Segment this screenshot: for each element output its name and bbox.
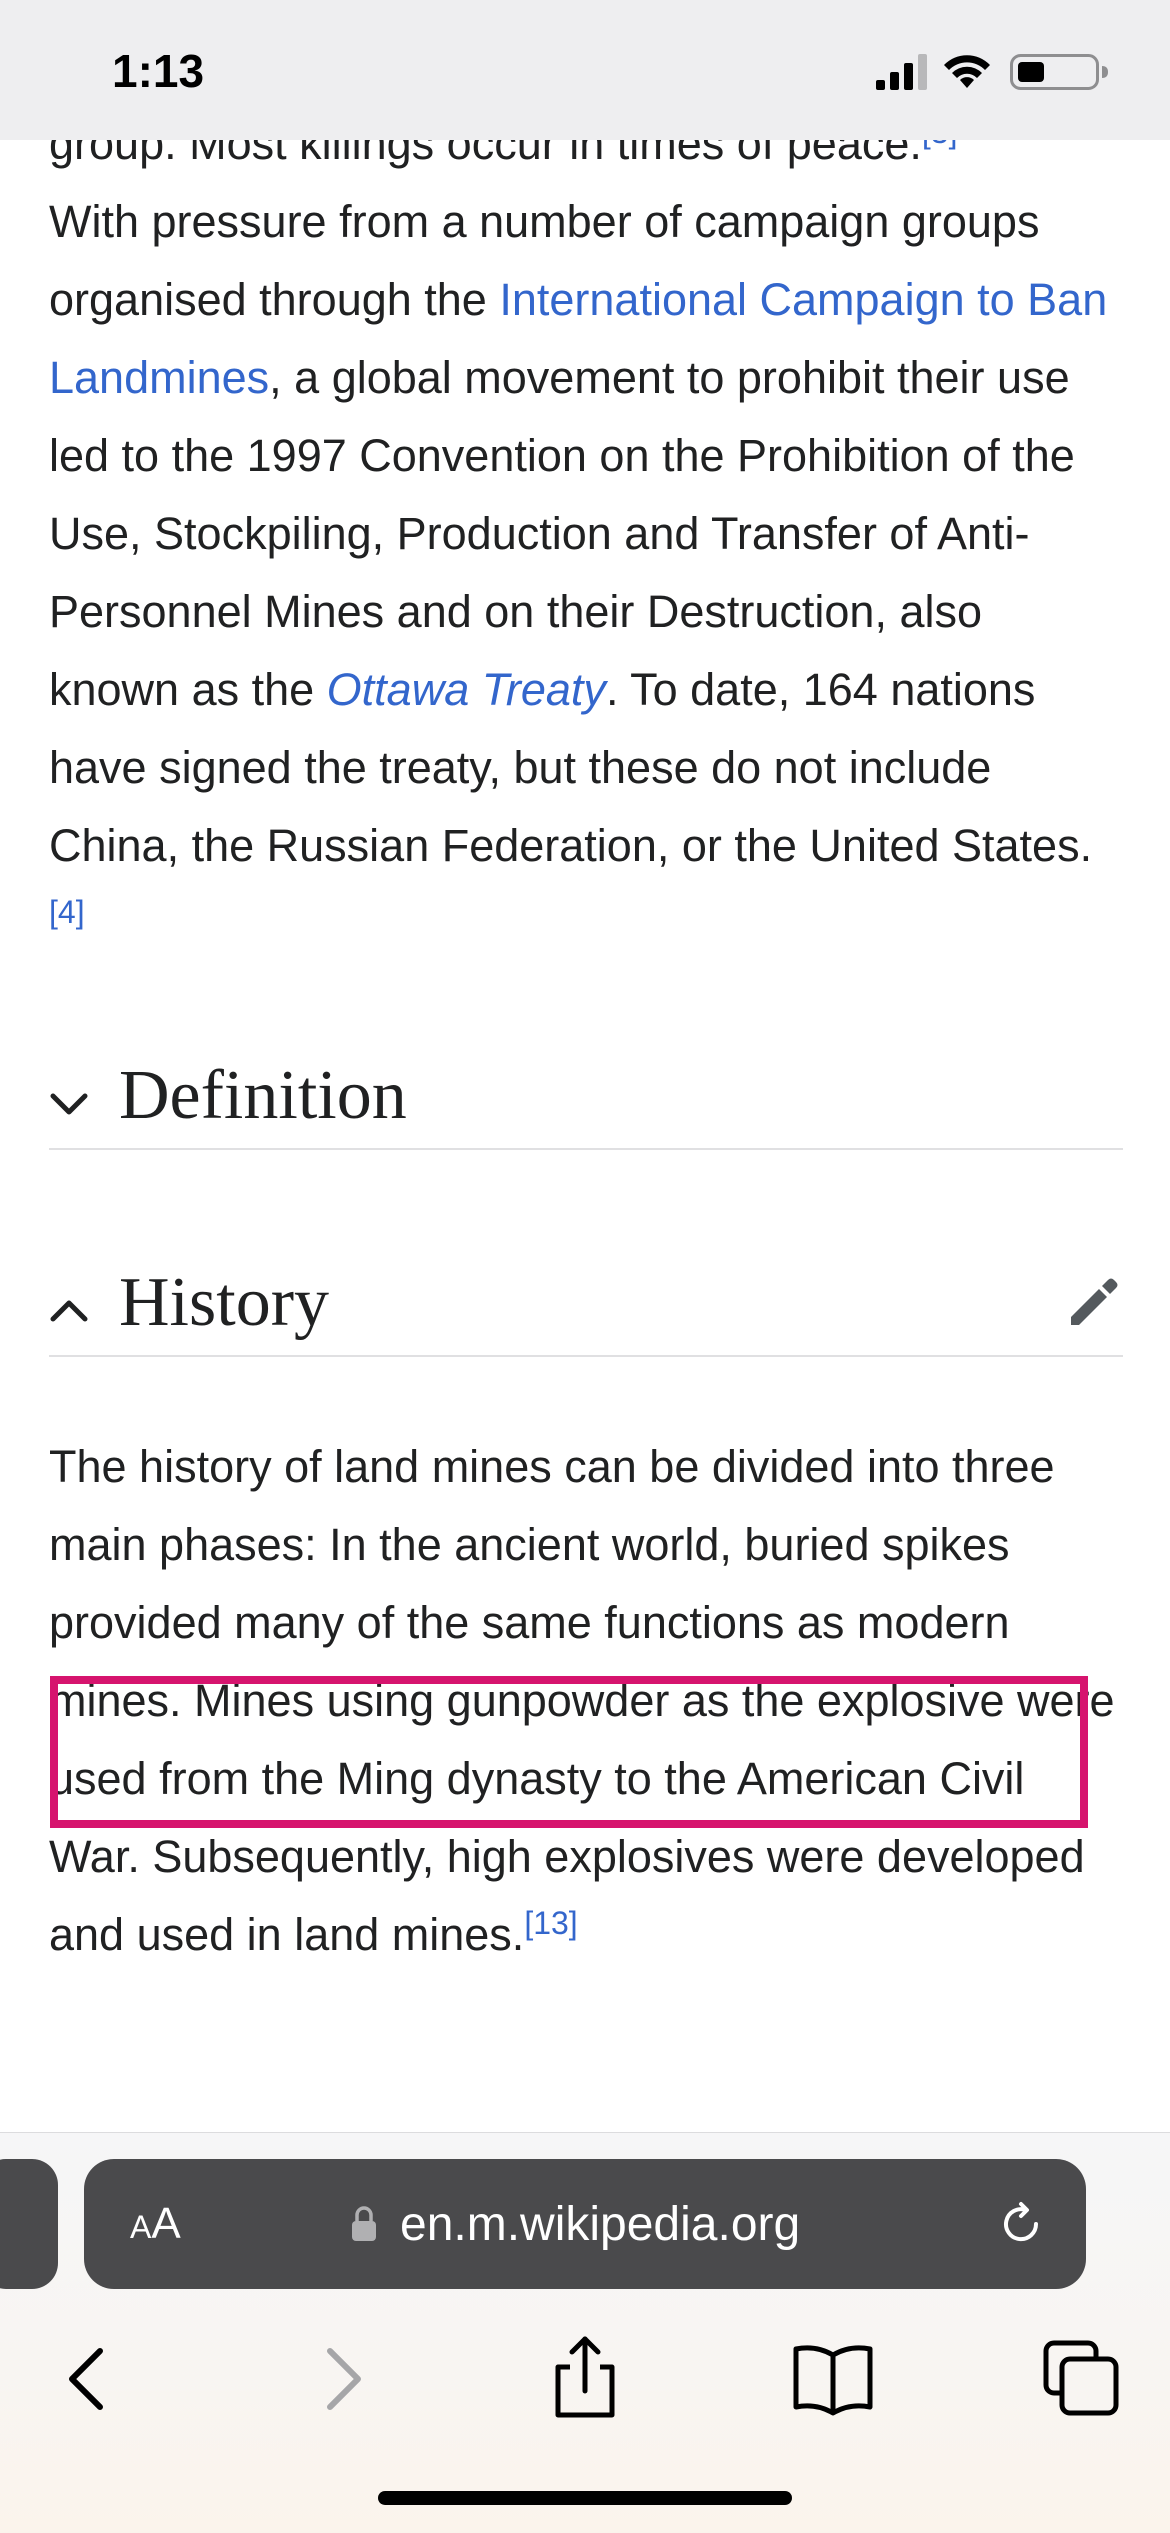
reference-13[interactable]: [13] — [524, 1905, 577, 1941]
lock-icon — [352, 2206, 376, 2241]
status-icons — [870, 52, 1110, 92]
battery-icon — [1010, 54, 1108, 90]
bookmarks-icon[interactable] — [788, 2333, 878, 2423]
aa-large-label: A — [151, 2199, 181, 2248]
reader-options-button[interactable]: AA — [130, 2199, 181, 2249]
previous-tab-preview[interactable] — [0, 2159, 58, 2289]
pencil-icon[interactable] — [1063, 1273, 1123, 1333]
address-bar[interactable]: AA en.m.wikipedia.org — [84, 2159, 1086, 2289]
status-time: 1:13 — [112, 45, 205, 97]
intro-text-2: , a global movement to prohibit their us… — [49, 352, 1075, 715]
forward-icon[interactable] — [296, 2333, 386, 2423]
tabs-icon[interactable] — [1036, 2333, 1126, 2423]
intro-paragraph: With pressure from a number of campaign … — [49, 183, 1123, 963]
chevron-up-icon — [50, 1300, 88, 1322]
section-title-history: History — [119, 1264, 329, 1341]
share-icon[interactable] — [540, 2333, 630, 2423]
ottawa-treaty-link[interactable]: Ottawa Treaty — [327, 664, 606, 715]
aa-small-label: A — [130, 2209, 152, 2245]
reload-icon[interactable] — [996, 2199, 1046, 2249]
status-bar: 1:13 — [0, 0, 1170, 140]
back-icon[interactable] — [44, 2333, 134, 2423]
url-text[interactable]: en.m.wikipedia.org — [400, 2197, 800, 2252]
highlight-box — [50, 1676, 1088, 1828]
section-title-definition: Definition — [119, 1057, 407, 1134]
home-indicator — [378, 2491, 792, 2505]
section-history[interactable]: History — [49, 1255, 1123, 1357]
browser-bottom-bar: AA en.m.wikipedia.org — [0, 2132, 1170, 2533]
section-definition[interactable]: Definition — [49, 1048, 1123, 1150]
signal-icon — [876, 54, 927, 90]
chevron-down-icon — [50, 1093, 88, 1115]
reference-4[interactable]: [4] — [49, 894, 85, 930]
wifi-icon — [944, 55, 990, 88]
